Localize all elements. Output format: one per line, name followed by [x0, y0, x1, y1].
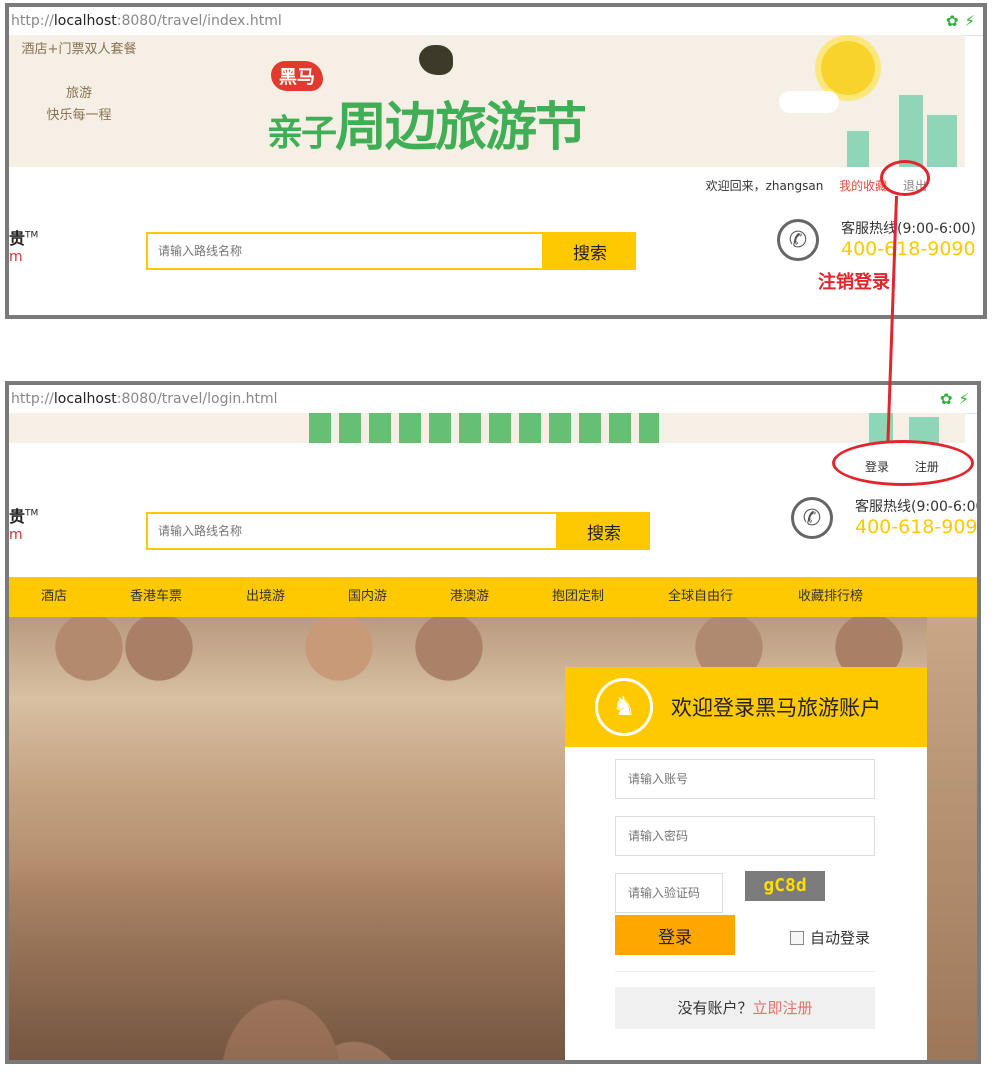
nav-item-outbound[interactable]: 出境游	[246, 577, 285, 617]
sun-illustration	[821, 41, 875, 95]
refresh-icon[interactable]: ✿	[946, 7, 959, 35]
login-register-highlight-circle	[832, 440, 974, 486]
auto-login-option[interactable]: 自动登录	[790, 927, 870, 948]
url-path: :8080/travel/index.html	[116, 13, 282, 29]
cloud-illustration	[779, 91, 839, 113]
no-account-text: 没有账户？	[677, 999, 753, 1017]
logout-annotation: 注销登录	[818, 272, 890, 293]
search-bar: 搜索	[146, 512, 650, 550]
site-logo[interactable]: 贵TM m	[9, 225, 38, 265]
auto-login-label: 自动登录	[810, 929, 871, 947]
url-scheme: http://	[11, 13, 54, 29]
nav-item-hk-bus-ticket[interactable]: 香港车票	[130, 577, 182, 617]
phone-icon: ✆	[777, 219, 819, 261]
nav-item-hk-macau[interactable]: 港澳游	[450, 577, 489, 617]
lightning-icon[interactable]: ⚡	[964, 7, 975, 35]
captcha-field[interactable]	[615, 873, 723, 913]
address-bar[interactable]: http://localhost:8080/travel/login.html …	[9, 385, 977, 414]
register-prompt: 没有账户？立即注册	[615, 987, 875, 1029]
logout-highlight-circle	[880, 160, 930, 196]
login-header: ♞ 欢迎登录黑马旅游账户	[565, 667, 927, 747]
banner-title-fragment	[309, 413, 659, 443]
auto-login-checkbox[interactable]	[790, 930, 804, 945]
toucan-illustration	[419, 45, 453, 75]
hotline: 客服热线(9:00-6:00) 400-618-9090	[841, 219, 976, 259]
address-bar-icons: ✿ ⚡	[940, 385, 969, 413]
nav-item-favorites-rank[interactable]: 收藏排行榜	[798, 577, 863, 617]
address-bar-icons: ✿ ⚡	[946, 7, 975, 35]
phone-icon: ✆	[791, 497, 833, 539]
hotline: 客服热线(9:00-6:00) 400-618-9090	[855, 497, 981, 538]
search-button[interactable]: 搜索	[544, 232, 636, 270]
search-input[interactable]	[146, 232, 544, 270]
nav-item-domestic[interactable]: 国内游	[348, 577, 387, 617]
site-logo[interactable]: 贵TM m	[9, 503, 38, 543]
search-input[interactable]	[146, 512, 558, 550]
hotline-number: 400-618-9090	[841, 238, 976, 260]
horse-logo-icon: ♞	[595, 678, 653, 736]
building-illustration	[909, 417, 939, 443]
divider	[615, 971, 875, 972]
banner-title: 亲子周边旅游节	[267, 98, 587, 158]
lightning-icon[interactable]: ⚡	[958, 385, 969, 413]
address-bar[interactable]: http://localhost:8080/travel/index.html …	[9, 7, 983, 36]
welcome-text: 欢迎回来，zhangsan	[705, 179, 824, 193]
username-field[interactable]	[615, 759, 875, 799]
url-path: :8080/travel/login.html	[116, 391, 278, 407]
main-nav: 酒店 香港车票 出境游 国内游 港澳游 抱团定制 全球自由行 收藏排行榜	[9, 577, 977, 617]
url-host: localhost	[53, 391, 117, 407]
nav-item-hotel[interactable]: 酒店	[41, 577, 67, 617]
refresh-icon[interactable]: ✿	[940, 385, 953, 413]
nav-item-group-custom[interactable]: 抱团定制	[552, 577, 604, 617]
search-bar: 搜索	[146, 232, 636, 270]
building-illustration	[899, 95, 923, 167]
login-title: 欢迎登录黑马旅游账户	[671, 696, 881, 720]
url-scheme: http://	[11, 391, 54, 407]
password-field[interactable]	[615, 816, 875, 856]
login-form: ♞ 欢迎登录黑马旅游账户 gC8d 登录 自动登录 没有账户？立即注册	[565, 667, 927, 1060]
promo-banner[interactable]	[9, 413, 965, 443]
captcha-image[interactable]: gC8d	[745, 871, 825, 901]
hotline-number: 400-618-9090	[855, 516, 981, 538]
hotline-label: 客服热线(9:00-6:00)	[855, 499, 981, 515]
login-button[interactable]: 登录	[615, 915, 735, 955]
building-illustration	[847, 131, 869, 167]
promo-banner[interactable]: 酒店+门票双人套餐 旅游 快乐每一程 黑马 亲子周边旅游节	[9, 35, 965, 167]
hotline-label: 客服热线(9:00-6:00)	[841, 221, 976, 237]
nav-item-global-free[interactable]: 全球自由行	[668, 577, 733, 617]
banner-side-text: 酒店+门票双人套餐 旅游 快乐每一程	[21, 42, 137, 123]
url-host: localhost	[53, 13, 117, 29]
search-button[interactable]: 搜索	[558, 512, 650, 550]
building-illustration	[927, 115, 957, 167]
register-now-link[interactable]: 立即注册	[753, 999, 813, 1017]
login-page-screenshot: http://localhost:8080/travel/login.html …	[5, 381, 981, 1064]
